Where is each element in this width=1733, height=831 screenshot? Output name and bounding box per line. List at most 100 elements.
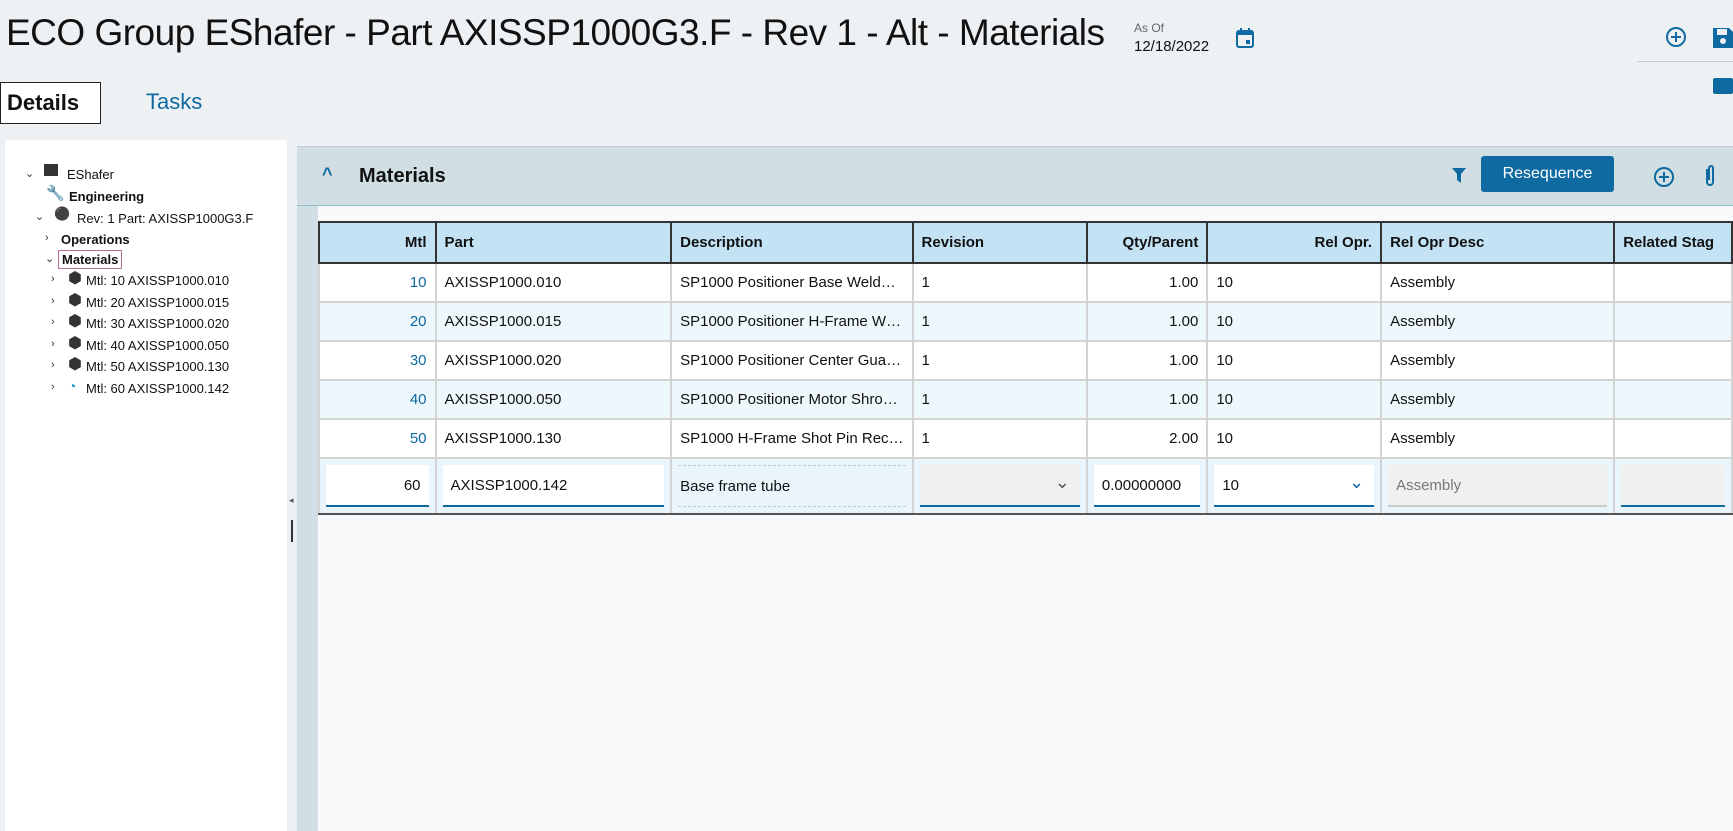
table-cell: AXISSP1000.020 xyxy=(434,340,673,381)
table-cell xyxy=(1613,301,1733,342)
table-cell: 1.00 xyxy=(1085,379,1209,420)
tree-engineering[interactable]: Engineering xyxy=(69,189,144,204)
table-cell: 30 xyxy=(318,340,437,381)
as-of-label: As Of xyxy=(1134,21,1165,35)
table-cell: Assembly xyxy=(1380,301,1616,342)
collapse-icon[interactable]: ^ xyxy=(322,164,333,185)
qty-input[interactable]: 0.00000000 xyxy=(1093,465,1201,507)
column-header[interactable]: Description xyxy=(670,221,914,264)
toolbar-divider xyxy=(1637,61,1733,62)
table-row[interactable]: 40 AXISSP1000.050 SP1000 Positioner Motor … xyxy=(318,379,1733,420)
chevron-right-icon[interactable]: › xyxy=(51,338,55,350)
part-hexagon-icon: ⬢ xyxy=(68,334,82,352)
column-header[interactable]: Mtl xyxy=(318,221,437,264)
panel-toggle-icon[interactable] xyxy=(1713,78,1733,94)
table-cell: Assembly xyxy=(1380,340,1616,381)
assembly-icon: ⚫ xyxy=(54,206,71,221)
table-cell: 20 xyxy=(318,301,437,342)
table-cell xyxy=(1613,379,1733,420)
column-header[interactable]: Rel Opr. xyxy=(1206,221,1383,264)
table-cell: SP1000 Positioner Motor Shro… xyxy=(670,379,914,420)
edit-cell: 10 xyxy=(1206,457,1383,515)
table-cell: 10 xyxy=(1206,418,1383,459)
rel-opr-desc-field: Assembly xyxy=(1388,465,1608,507)
add-icon[interactable] xyxy=(1653,166,1675,188)
edit-row[interactable]: 60 AXISSP1000.142 Base frame tube 0.0000000… xyxy=(318,457,1733,515)
wrench-icon: 🔧 xyxy=(46,185,65,202)
edit-cell: AXISSP1000.142 xyxy=(434,457,673,515)
chevron-right-icon[interactable]: › xyxy=(51,381,55,393)
table-cell: 10 xyxy=(1206,340,1383,381)
calendar-icon[interactable] xyxy=(1236,28,1254,48)
table-cell: AXISSP1000.015 xyxy=(434,301,673,342)
edit-cell: Base frame tube xyxy=(670,457,914,515)
resequence-button[interactable]: Resequence xyxy=(1481,156,1614,192)
table-cell: 10 xyxy=(1206,301,1383,342)
table-cell: AXISSP1000.050 xyxy=(434,379,673,420)
column-header[interactable]: Qty/Parent xyxy=(1085,221,1209,264)
splitter-handle[interactable] xyxy=(291,520,293,542)
table-row[interactable]: 50 AXISSP1000.130 SP1000 H-Frame Shot Pin … xyxy=(318,418,1733,459)
table-cell: Assembly xyxy=(1380,418,1616,459)
attachment-icon[interactable] xyxy=(1703,163,1717,189)
table-row[interactable]: 20 AXISSP1000.015 SP1000 Positioner H-Fram… xyxy=(318,301,1733,342)
custom-part-icon: ◔ xyxy=(68,377,77,394)
page-title: ECO Group EShafer - Part AXISSP1000G3.F … xyxy=(6,12,1105,53)
part-hexagon-icon: ⬢ xyxy=(68,313,82,330)
tree-material-item[interactable]: Mtl: 30 AXISSP1000.020 xyxy=(86,316,229,331)
table-row[interactable]: 30 AXISSP1000.020 SP1000 Positioner Center… xyxy=(318,340,1733,381)
column-header[interactable]: Related Stag xyxy=(1613,221,1733,264)
table-cell: 1 xyxy=(911,301,1088,342)
tab-details[interactable]: Details xyxy=(0,82,101,124)
chevron-right-icon[interactable]: › xyxy=(51,295,55,307)
tree-material-item[interactable]: Mtl: 40 AXISSP1000.050 xyxy=(86,338,229,353)
chevron-down-icon[interactable]: ⌄ xyxy=(35,210,44,223)
tree-material-item[interactable]: Mtl: 60 AXISSP1000.142 xyxy=(86,381,229,396)
chevron-right-icon[interactable]: › xyxy=(51,273,55,285)
table-cell: 10 xyxy=(1206,379,1383,420)
tree-revision[interactable]: Rev: 1 Part: AXISSP1000G3.F xyxy=(77,211,253,226)
tab-tasks[interactable]: Tasks xyxy=(140,82,208,124)
revision-dropdown[interactable] xyxy=(919,461,1080,507)
rel-opr-dropdown[interactable]: 10 xyxy=(1214,461,1375,507)
table-cell: 1 xyxy=(911,262,1088,303)
column-header[interactable]: Part xyxy=(434,221,673,264)
description-input[interactable]: Base frame tube xyxy=(678,465,906,507)
tree-panel: ⌄ EShafer 🔧 Engineering ⌄ ⚫ Rev: 1 Part:… xyxy=(5,140,287,831)
tree-material-item[interactable]: Mtl: 20 AXISSP1000.015 xyxy=(86,295,229,310)
table-cell: Assembly xyxy=(1380,379,1616,420)
tree-materials[interactable]: Materials xyxy=(58,250,123,269)
column-header[interactable]: Revision xyxy=(911,221,1088,264)
mtl-input[interactable]: 60 xyxy=(326,465,429,507)
edit-cell xyxy=(1613,457,1733,515)
table-cell: 1.00 xyxy=(1085,262,1209,303)
chevron-right-icon[interactable]: › xyxy=(51,359,55,371)
related-stage-input[interactable] xyxy=(1621,465,1725,507)
table-cell: 1 xyxy=(911,418,1088,459)
edit-cell: Assembly xyxy=(1380,457,1616,515)
filter-icon[interactable] xyxy=(1452,168,1466,183)
tree-operations[interactable]: Operations xyxy=(61,232,130,247)
panel-gutter xyxy=(297,206,318,831)
part-hexagon-icon: ⬢ xyxy=(68,356,82,373)
add-icon[interactable] xyxy=(1665,26,1687,48)
chevron-down-icon[interactable]: ⌄ xyxy=(25,167,34,180)
table-row[interactable]: 10 AXISSP1000.010 SP1000 Positioner Base W… xyxy=(318,262,1733,303)
edit-cell xyxy=(911,457,1088,515)
table-cell xyxy=(1613,262,1733,303)
table-cell: 10 xyxy=(1206,262,1383,303)
table-cell: 1.00 xyxy=(1085,340,1209,381)
tree-material-item[interactable]: Mtl: 50 AXISSP1000.130 xyxy=(86,359,229,374)
table-cell: 2.00 xyxy=(1085,418,1209,459)
table-cell: SP1000 Positioner Base Weld… xyxy=(670,262,914,303)
chevron-right-icon[interactable]: › xyxy=(45,232,49,244)
column-header[interactable]: Rel Opr Desc xyxy=(1380,221,1616,264)
tree-root[interactable]: EShafer xyxy=(67,167,114,182)
chevron-right-icon[interactable]: › xyxy=(51,316,55,328)
save-icon[interactable] xyxy=(1713,26,1733,48)
collapse-arrow-icon[interactable]: ◂ xyxy=(289,495,294,506)
as-of-date: 12/18/2022 xyxy=(1134,38,1210,55)
tree-material-item[interactable]: Mtl: 10 AXISSP1000.010 xyxy=(86,273,229,288)
chevron-down-icon[interactable]: ⌄ xyxy=(45,252,54,265)
part-input[interactable]: AXISSP1000.142 xyxy=(442,465,665,507)
